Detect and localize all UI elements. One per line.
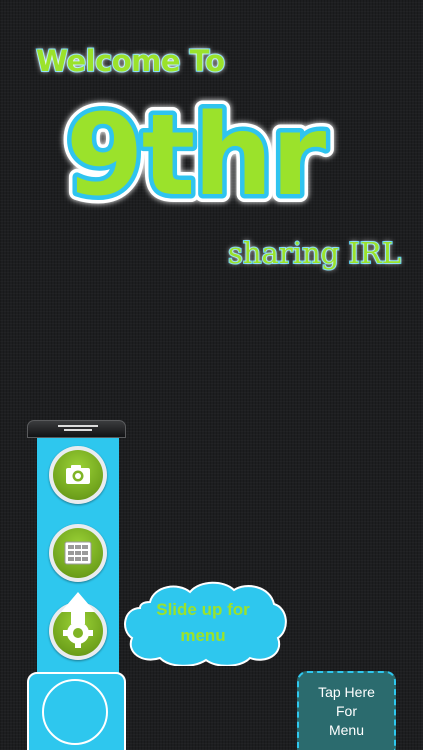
camera-button[interactable] [49,446,107,504]
logo-text-overlay: 9thr [66,96,326,220]
tap-menu-button[interactable]: Tap Here For Menu [297,671,396,750]
grip-line [58,425,98,427]
tap-menu-label: Tap Here For Menu [318,684,375,738]
tagline: sharing IRL [227,235,402,271]
slide-handle[interactable] [27,672,126,750]
arrow-up-icon [61,592,95,624]
hint-text: Slide up for menu [156,600,250,645]
gallery-button[interactable] [49,524,107,582]
slider-top-cap[interactable] [27,420,126,438]
app-logo: 9thr 9thr [58,96,336,220]
slide-menu-panel[interactable] [37,438,119,678]
camera-icon [66,465,90,484]
grip-line [64,429,92,431]
welcome-heading: Welcome To [35,43,226,79]
grid-icon [64,541,92,565]
welcome-screen: Welcome To 9thr 9thr sharing IRL Slide u… [0,0,423,750]
handle-knob[interactable] [42,679,108,745]
